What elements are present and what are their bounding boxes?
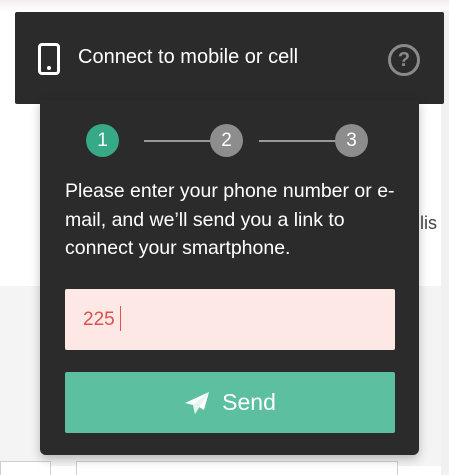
step-2: 2: [210, 124, 243, 157]
background-page-top: [0, 0, 449, 12]
send-button-label: Send: [222, 389, 276, 415]
step-indicator: 1 2 3: [40, 100, 419, 180]
header-title: Connect to mobile or cell: [78, 46, 299, 68]
mobile-phone-icon: [38, 43, 60, 75]
background-field-box: [76, 461, 398, 475]
paper-plane-icon: [185, 391, 210, 414]
phone-or-email-input[interactable]: [65, 289, 395, 350]
step-1: 1: [86, 124, 119, 157]
step-3: 3: [335, 124, 368, 157]
text-cursor: [120, 306, 121, 331]
instructions-text: Please enter your phone number or e-mail…: [65, 180, 395, 259]
background-field-box: [0, 461, 51, 475]
question-circle-icon[interactable]: ?: [388, 44, 420, 76]
send-button[interactable]: Send: [65, 372, 395, 433]
connect-mobile-header: Connect to mobile or cell ?: [15, 12, 444, 104]
connect-mobile-panel: 1 2 3 Please enter your phone number or …: [40, 100, 419, 455]
